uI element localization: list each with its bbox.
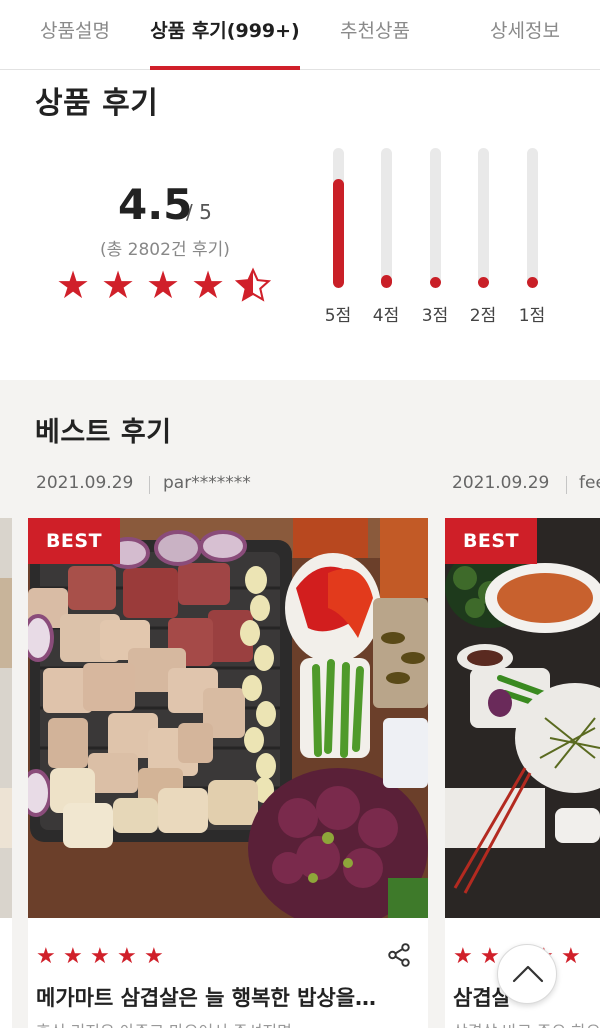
chevron-up-icon bbox=[512, 965, 544, 983]
rating-bar-track bbox=[478, 148, 489, 288]
star-icon: ★ bbox=[101, 263, 136, 307]
review-photo[interactable]: BEST bbox=[28, 518, 428, 918]
scroll-to-top-button[interactable] bbox=[497, 944, 557, 1004]
rating-bar-fill bbox=[381, 275, 392, 288]
star-icon: ★ bbox=[144, 944, 164, 969]
review-count: (총 2802건 후기) bbox=[100, 240, 230, 260]
best-reviews-section: 베스트 후기 2021.09.29 par******* 2021.09.29 … bbox=[0, 380, 600, 1028]
review-author: fee bbox=[579, 473, 600, 493]
review-summary: 상품 후기 bbox=[0, 70, 600, 380]
review-snippet: 삼겹살 바로 주으 하오 bbox=[453, 1018, 600, 1028]
rating-bar-fill bbox=[333, 179, 344, 288]
meta-divider bbox=[566, 476, 567, 494]
star-icon: ★ bbox=[90, 944, 110, 969]
bbq-food-photo bbox=[28, 518, 428, 918]
tab-product-description[interactable]: 상품설명 bbox=[0, 0, 150, 70]
star-icon: ★ bbox=[117, 944, 137, 969]
star-icon: ★ bbox=[480, 944, 500, 969]
star-icon: ★ bbox=[36, 944, 56, 969]
average-score: 4.5 bbox=[118, 180, 193, 229]
rating-bar-fill bbox=[430, 277, 441, 288]
best-badge: BEST bbox=[28, 518, 120, 564]
review-snippet: 후식 리지유 아주고 마으어서 주셔지면 bbox=[36, 1018, 292, 1028]
rating-bar-track bbox=[333, 148, 344, 288]
half-star-icon bbox=[234, 267, 272, 302]
star-icon: ★ bbox=[453, 944, 473, 969]
rating-bar-label: 4점 bbox=[372, 306, 400, 326]
review-date: 2021.09.29 bbox=[452, 473, 550, 493]
previous-review-photo[interactable] bbox=[0, 518, 12, 918]
tab-recommended-products[interactable]: 추천상품 bbox=[300, 0, 450, 70]
star-icon: ★ bbox=[63, 944, 83, 969]
review-title: 메가마트 삼겹살은 늘 행복한 밥상을… bbox=[36, 986, 377, 1010]
tab-product-reviews[interactable]: 상품 후기(999+) bbox=[150, 0, 300, 70]
meal-table-photo bbox=[445, 518, 600, 918]
star-icon: ★ bbox=[146, 263, 181, 307]
best-badge: BEST bbox=[445, 518, 537, 564]
star-icon: ★ bbox=[191, 263, 226, 307]
score-max: / 5 bbox=[186, 200, 212, 224]
meta-divider bbox=[149, 476, 150, 494]
rating-bar-track bbox=[430, 148, 441, 288]
review-date: 2021.09.29 bbox=[36, 473, 134, 493]
rating-bar-label: 2점 bbox=[469, 306, 497, 326]
rating-bar-label: 3점 bbox=[421, 306, 449, 326]
review-photo[interactable]: BEST bbox=[445, 518, 600, 918]
product-tab-bar: 상품설명 상품 후기(999+) 추천상품 상세정보 bbox=[0, 0, 600, 70]
star-icon: ★ bbox=[561, 944, 581, 969]
tab-detail-info[interactable]: 상세정보 bbox=[450, 0, 600, 70]
rating-bar-track bbox=[527, 148, 538, 288]
review-card[interactable]: ★ ★ ★ ★ ★ 메가마트 삼겹살은 늘 행복한 밥상을… 후식 리지유 아주… bbox=[28, 918, 428, 1028]
share-icon[interactable] bbox=[386, 942, 412, 968]
previous-review-card bbox=[0, 918, 12, 1028]
rating-bar-label: 5점 bbox=[324, 306, 352, 326]
rating-bar-fill bbox=[527, 277, 538, 288]
rating-bar-label: 1점 bbox=[518, 306, 546, 326]
star-icon: ★ bbox=[56, 263, 91, 307]
rating-bar-fill bbox=[478, 277, 489, 288]
section-title-best-reviews: 베스트 후기 bbox=[35, 417, 172, 448]
section-title-reviews: 상품 후기 bbox=[35, 86, 159, 121]
review-author: par******* bbox=[163, 473, 251, 493]
rating-bar-track bbox=[381, 148, 392, 288]
